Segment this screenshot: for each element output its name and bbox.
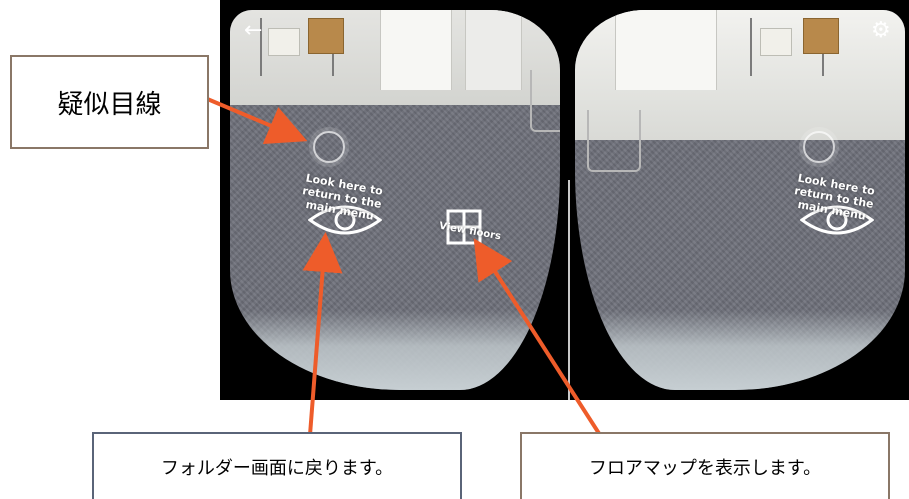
right-eye-view: Look here to return to the main menu ⚙ <box>575 10 905 390</box>
folding-chairs <box>530 70 560 132</box>
paper-box <box>760 28 792 56</box>
lens-divider <box>568 180 570 400</box>
office-door <box>465 10 522 90</box>
return-folder-callout: フォルダー画面に戻ります。 <box>92 432 462 499</box>
gaze-reticle <box>803 131 835 163</box>
gear-icon[interactable]: ⚙ <box>871 20 891 42</box>
floor-map-callout: フロアマップを表示します。 <box>520 432 890 499</box>
vr-viewer: Look here to return to the main menu Vie… <box>220 0 909 400</box>
left-eye-view: Look here to return to the main menu Vie… <box>230 10 560 390</box>
floor-fade <box>230 310 560 390</box>
gaze-reticle <box>313 131 345 163</box>
office-door <box>615 10 717 90</box>
floor-fade <box>575 310 905 390</box>
back-arrow-icon[interactable]: ← <box>244 20 262 42</box>
cardboard-box <box>803 18 839 54</box>
office-door <box>380 10 452 90</box>
gaze-callout: 疑似目線 <box>10 55 209 149</box>
folding-chairs <box>587 110 641 172</box>
paper-box <box>268 28 300 56</box>
cardboard-box <box>308 18 344 54</box>
